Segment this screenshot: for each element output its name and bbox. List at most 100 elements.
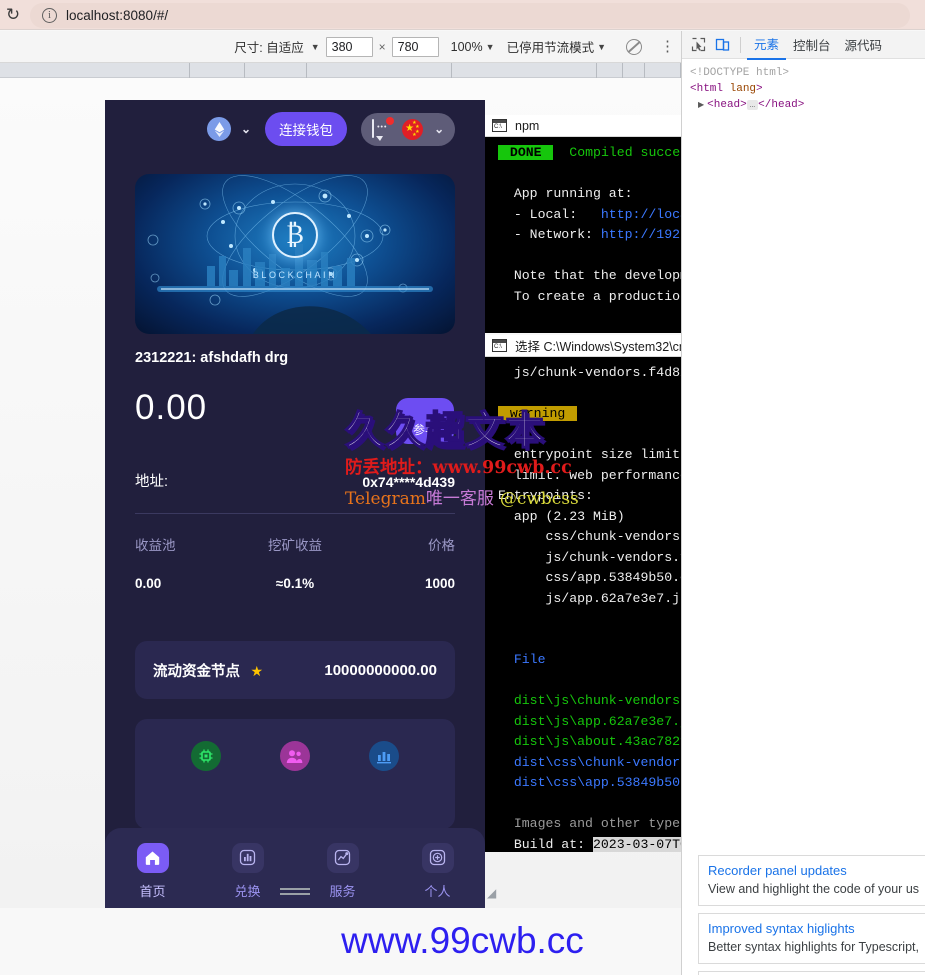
- stat-item: 收益池 0.00: [135, 534, 242, 591]
- throttle-chevron-down-icon[interactable]: ▼: [597, 42, 606, 52]
- bitcoin-logo-icon: ₿: [272, 211, 318, 258]
- throttling-label[interactable]: 已停用节流模式: [507, 37, 595, 56]
- chart-bars-icon: [231, 842, 264, 873]
- card-description: View and highlight the code of your us: [708, 882, 920, 896]
- stat-item: 挖矿收益 ≈0.1%: [242, 534, 349, 591]
- address-bar[interactable]: i localhost:8080/#/: [30, 3, 910, 28]
- stat-label: 挖矿收益: [268, 538, 322, 553]
- cmd-window-icon: C:\: [492, 339, 507, 352]
- terminal-title: npm: [515, 118, 540, 133]
- device-emulation-toolbar: 尺寸: 自适应 ▼ × 100% ▼ 已停用节流模式 ▼ ⋮: [0, 31, 681, 63]
- devtools-toolbar: 元素 控制台 源代码: [682, 30, 925, 60]
- viewport-resize-handle[interactable]: [280, 888, 310, 896]
- site-info-icon[interactable]: i: [42, 8, 57, 23]
- mobile-app-viewport: ⌄ 连接钱包 ••• ★ ★ ★ ★ ★ ⌄ ₿ BLOCKCHAIN 2312…: [105, 100, 485, 908]
- browser-toolbar: ↻ i localhost:8080/#/: [0, 0, 925, 30]
- services-card: [135, 719, 455, 829]
- node-label-wrap: 流动资金节点 ★: [153, 660, 263, 681]
- devtools-panel: 元素 控制台 源代码 <!DOCTYPE html> <html lang> ▶…: [681, 31, 925, 975]
- list-item[interactable]: [698, 971, 925, 975]
- address-bar-url: localhost:8080/#/: [66, 8, 169, 23]
- dom-head-node[interactable]: ▶ <head>… </head>: [690, 97, 917, 114]
- account-name: 2312221: afshdafh drg: [135, 350, 289, 366]
- hero-banner-wrapper: ₿ BLOCKCHAIN: [105, 158, 485, 334]
- bottom-tab-bar: 首页 兑换 服务 个人: [105, 828, 485, 908]
- tab-elements[interactable]: 元素: [747, 30, 787, 60]
- viewport-height-input[interactable]: [391, 36, 439, 57]
- reload-icon[interactable]: ↻: [3, 5, 23, 25]
- cpu-chip-icon: [190, 741, 221, 771]
- tab-label: 兑换: [234, 883, 261, 899]
- tab-console[interactable]: 控制台: [786, 31, 838, 59]
- stat-item: 价格 1000: [348, 534, 455, 591]
- plus-square-icon: [421, 842, 454, 873]
- zoom-chevron-down-icon[interactable]: ▼: [486, 42, 495, 52]
- no-throttle-icon[interactable]: [626, 38, 642, 55]
- star-icon: ★: [250, 662, 264, 679]
- service-item[interactable]: [161, 741, 250, 771]
- participate-label: 参与: [412, 423, 437, 437]
- dom-attr: lang: [729, 83, 757, 95]
- tab-label: 服务: [329, 883, 356, 899]
- banner-caption: BLOCKCHAIN: [252, 270, 338, 280]
- liquidity-node-card[interactable]: 流动资金节点 ★ 10000000000.00: [135, 641, 455, 699]
- chevron-down-icon[interactable]: ▼: [311, 42, 320, 52]
- kebab-menu-icon[interactable]: ⋮: [660, 39, 675, 54]
- stat-value: 1000: [424, 576, 456, 591]
- dom-tag-close: >: [756, 83, 763, 95]
- cmd-window-icon: C:\: [492, 119, 507, 132]
- app-header: ⌄ 连接钱包 ••• ★ ★ ★ ★ ★ ⌄: [105, 100, 485, 158]
- ethereum-icon: [207, 117, 231, 141]
- tab-label: 个人: [424, 883, 451, 899]
- inspect-element-icon[interactable]: [686, 34, 710, 56]
- dom-tree[interactable]: <!DOCTYPE html> <html lang> ▶ <head>… </he…: [682, 59, 925, 120]
- service-item[interactable]: [340, 741, 429, 771]
- node-label: 流动资金节点: [153, 663, 240, 680]
- stat-label: 收益池: [135, 538, 176, 553]
- bar-chart-icon: [369, 741, 400, 771]
- service-item[interactable]: [250, 741, 339, 771]
- dom-tag: <html: [690, 83, 724, 95]
- stats-row: 收益池 0.00 挖矿收益 ≈0.1% 价格 1000: [105, 514, 485, 591]
- stat-value: ≈0.1%: [275, 576, 315, 591]
- chat-bubble-icon[interactable]: •••: [372, 117, 395, 138]
- card-title[interactable]: Recorder panel updates: [708, 863, 925, 878]
- zoom-level-label[interactable]: 100%: [451, 40, 483, 54]
- watermark-bottom-url: www.99cwb.cc: [341, 920, 584, 961]
- blockchain-banner-image: ₿ BLOCKCHAIN: [135, 174, 455, 334]
- chain-selector[interactable]: ⌄: [207, 117, 251, 141]
- participate-button[interactable]: 参与: [396, 398, 454, 444]
- dimension-separator: ×: [378, 39, 386, 54]
- viewport-ruler: [0, 63, 681, 78]
- dom-tag-close: </head>: [758, 99, 805, 111]
- dom-doctype: <!DOCTYPE html>: [690, 67, 790, 79]
- collapsed-content-icon[interactable]: …: [746, 100, 759, 110]
- resize-corner-icon[interactable]: ◢: [487, 886, 496, 900]
- device-size-label[interactable]: 尺寸: 自适应: [234, 37, 303, 56]
- expand-triangle-icon[interactable]: ▶: [698, 101, 704, 110]
- address-row: 地址: 0x74****4d439: [135, 470, 455, 491]
- toolbar-divider: [740, 36, 741, 53]
- address-value: 0x74****4d439: [362, 474, 455, 490]
- chain-chevron-down-icon[interactable]: ⌄: [241, 122, 251, 136]
- stat-label: 价格: [428, 538, 456, 553]
- address-label: 地址:: [135, 474, 169, 490]
- connect-wallet-button[interactable]: 连接钱包: [265, 112, 348, 146]
- node-value: 10000000000.00: [324, 661, 437, 679]
- notification-badge: [386, 117, 395, 125]
- device-toolbar-icon[interactable]: [710, 34, 734, 56]
- header-actions: ••• ★ ★ ★ ★ ★ ⌄: [361, 112, 456, 146]
- dom-html-node[interactable]: <html lang>: [690, 81, 917, 97]
- screen-root: ↻ i localhost:8080/#/ 尺寸: 自适应 ▼ × 100% ▼…: [0, 0, 925, 975]
- stat-value: 0.00: [135, 576, 162, 591]
- language-chevron-down-icon[interactable]: ⌄: [434, 122, 444, 136]
- people-icon: [279, 741, 310, 771]
- dom-tag: <head>: [707, 99, 747, 111]
- tab-home[interactable]: 首页: [105, 842, 200, 900]
- tab-personal[interactable]: 个人: [390, 842, 485, 900]
- list-item[interactable]: Recorder panel updates View and highligh…: [698, 855, 925, 906]
- tab-sources[interactable]: 源代码: [838, 31, 890, 59]
- tab-label: 首页: [139, 883, 166, 899]
- viewport-width-input[interactable]: [325, 36, 373, 57]
- china-flag-icon[interactable]: ★ ★ ★ ★ ★: [402, 118, 424, 140]
